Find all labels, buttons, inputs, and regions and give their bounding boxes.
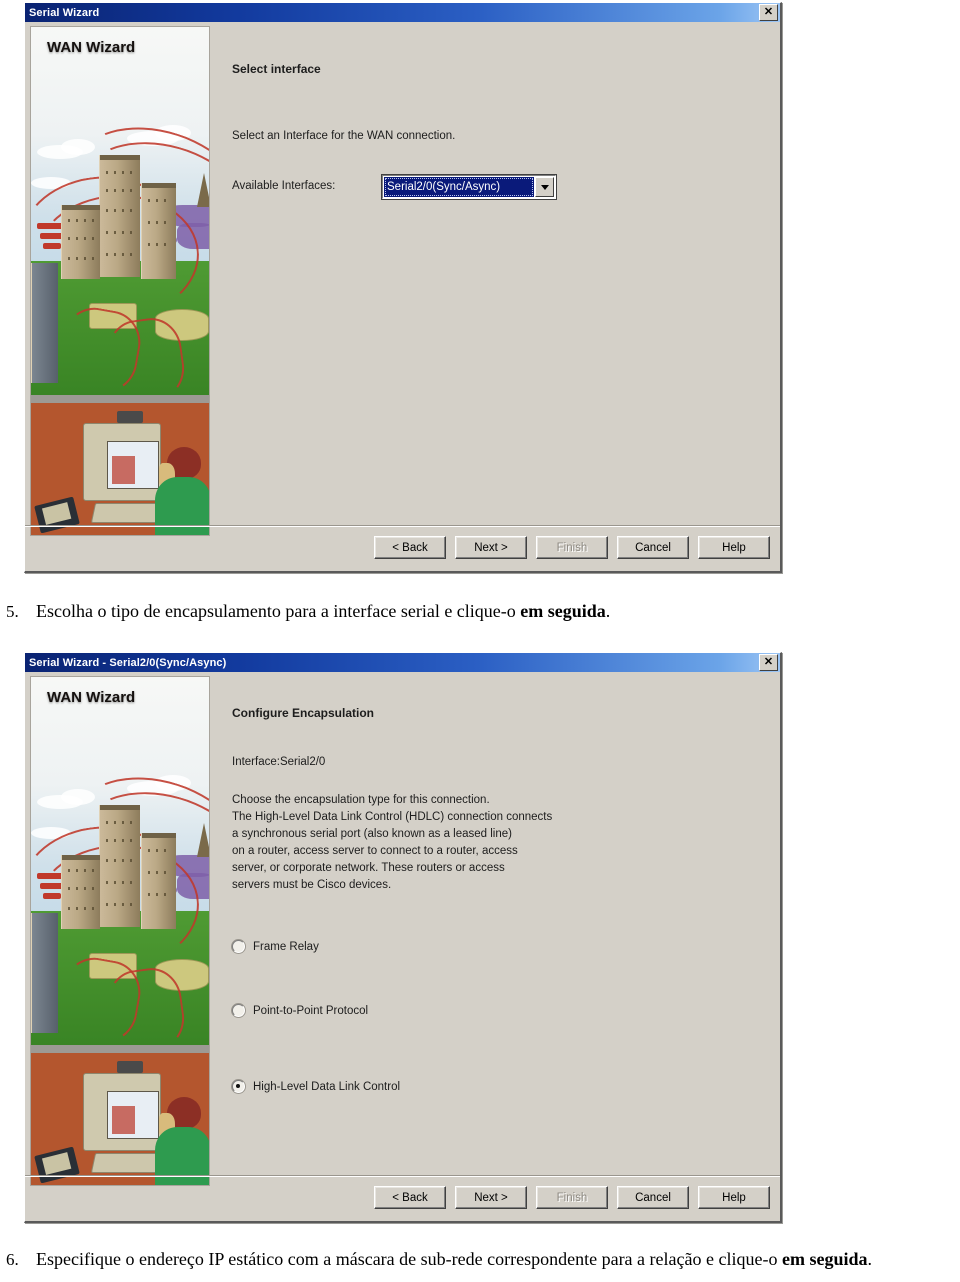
close-icon[interactable]: ✕	[759, 4, 778, 21]
description-line: a synchronous serial port (also known as…	[232, 828, 512, 840]
wizard-button-back[interactable]: < Back	[374, 1186, 446, 1209]
step-5-text-before: Escolha o tipo de encapsulamento para a …	[36, 601, 521, 621]
step-6-text-before: Especifique o endereço IP estático com a…	[36, 1249, 782, 1269]
wizard-button-cancel[interactable]: Cancel	[617, 1186, 689, 1209]
dialog1-heading: Select interface	[232, 62, 321, 76]
dialog2-pane: Configure Encapsulation Interface:Serial…	[210, 672, 780, 1219]
radio-unselected-icon[interactable]	[232, 1004, 245, 1017]
dialog1-titlebar[interactable]: Serial Wizard ✕	[25, 3, 780, 22]
wizard-button-next[interactable]: Next >	[455, 1186, 527, 1209]
description-line: server, or corporate network. These rout…	[232, 862, 505, 874]
available-interfaces-select[interactable]: Serial2/0(Sync/Async)	[381, 174, 557, 200]
wizard-button-cancel[interactable]: Cancel	[617, 536, 689, 559]
wizard-button-next[interactable]: Next >	[455, 536, 527, 559]
available-interfaces-label: Available Interfaces:	[232, 180, 336, 192]
interface-line: Interface:Serial2/0	[232, 756, 326, 768]
radio-option-pointtopointprotocol[interactable]: Point-to-Point Protocol	[232, 1004, 368, 1017]
step-6-number: 6.	[6, 1250, 19, 1269]
dialog1-footer-divider	[25, 525, 780, 527]
step-6-text: Especifique o endereço IP estático com a…	[36, 1248, 872, 1271]
close-icon[interactable]: ✕	[759, 654, 778, 671]
wizard-button-help[interactable]: Help	[698, 1186, 770, 1209]
wan-network-illustration-icon	[31, 27, 209, 535]
step-6-caption: 6. Especifique o endereço IP estático co…	[6, 1248, 954, 1271]
wizard-button-finish: Finish	[536, 536, 608, 559]
dialog2-heading: Configure Encapsulation	[232, 706, 375, 720]
step-5-text: Escolha o tipo de encapsulamento para a …	[36, 600, 610, 623]
wizard-button-back[interactable]: < Back	[374, 536, 446, 559]
page-root: Serial Wizard ✕ WAN Wizard Select interf…	[0, 0, 960, 1282]
radio-option-highleveldatalinkcontrol[interactable]: High-Level Data Link Control	[232, 1080, 400, 1093]
step-6-text-bold: em seguida	[781, 1249, 868, 1269]
serial-wizard-dialog-configure-encapsulation[interactable]: Serial Wizard - Serial2/0(Sync/Async) ✕ …	[24, 652, 782, 1223]
radio-selected-icon[interactable]	[232, 1080, 245, 1093]
dialog1-body: WAN Wizard Select interface Select an In…	[25, 22, 780, 569]
step-5-caption: 5. Escolha o tipo de encapsulamento para…	[6, 600, 706, 623]
radio-option-framerelay[interactable]: Frame Relay	[232, 940, 319, 953]
dialog2-body: WAN Wizard Configure Encapsulation Inter…	[25, 672, 780, 1219]
description-line: servers must be Cisco devices.	[232, 879, 392, 891]
radio-option-label: Point-to-Point Protocol	[253, 1004, 369, 1017]
radio-option-label: Frame Relay	[253, 940, 319, 953]
step-5-text-after: .	[605, 601, 611, 621]
dialog1-sidebar-illustration: WAN Wizard	[30, 26, 210, 536]
dialog2-title: Serial Wizard - Serial2/0(Sync/Async)	[29, 656, 227, 669]
dialog1-pane: Select interface Select an Interface for…	[210, 22, 780, 569]
step-5-number: 5.	[6, 602, 19, 621]
dialog1-instruction: Select an Interface for the WAN connecti…	[232, 130, 456, 142]
wizard-button-help[interactable]: Help	[698, 536, 770, 559]
dialog2-sidebar-illustration: WAN Wizard	[30, 676, 210, 1186]
description-line: The High-Level Data Link Control (HDLC) …	[232, 811, 553, 823]
encapsulation-description: Choose the encapsulation type for this c…	[232, 792, 552, 894]
chevron-down-icon[interactable]	[535, 177, 554, 197]
dialog2-footer-divider	[25, 1175, 780, 1177]
step-6-text-after: .	[867, 1249, 872, 1269]
wizard-button-finish: Finish	[536, 1186, 608, 1209]
wan-network-illustration-icon	[31, 677, 209, 1185]
dialog2-titlebar[interactable]: Serial Wizard - Serial2/0(Sync/Async) ✕	[25, 653, 780, 672]
dialog1-title: Serial Wizard	[29, 6, 100, 19]
dialog2-button-row: < Back Next > Finish Cancel Help	[374, 1186, 770, 1209]
radio-unselected-icon[interactable]	[232, 940, 245, 953]
radio-option-label: High-Level Data Link Control	[253, 1080, 401, 1093]
dialog2-sidebar-label: WAN Wizard	[47, 689, 136, 706]
serial-wizard-dialog-select-interface[interactable]: Serial Wizard ✕ WAN Wizard Select interf…	[24, 2, 782, 573]
description-line: on a router, access server to connect to…	[232, 845, 518, 857]
description-line: Choose the encapsulation type for this c…	[232, 794, 490, 806]
dialog1-sidebar-label: WAN Wizard	[47, 39, 136, 56]
dialog1-button-row: < Back Next > Finish Cancel Help	[374, 536, 770, 559]
available-interfaces-value: Serial2/0(Sync/Async)	[384, 177, 534, 197]
step-5-text-bold: em seguida	[520, 601, 606, 621]
